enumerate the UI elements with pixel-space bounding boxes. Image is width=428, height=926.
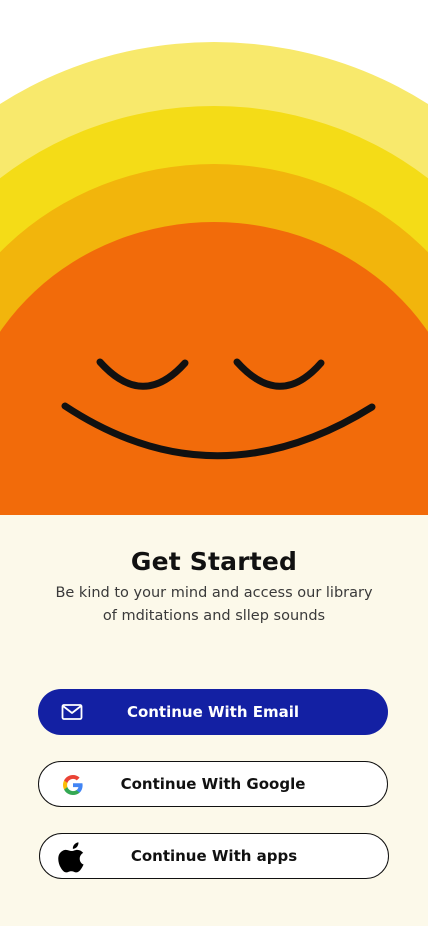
onboarding-screen: Get Started Be kind to your mind and acc… [0, 0, 428, 926]
mail-icon [60, 700, 84, 724]
page-subtitle: Be kind to your mind and access our libr… [40, 582, 388, 628]
sun-illustration [0, 0, 428, 515]
apple-icon [58, 840, 88, 874]
get-started-panel: Get Started Be kind to your mind and acc… [0, 515, 428, 926]
google-icon [61, 773, 85, 797]
page-title: Get Started [130, 547, 298, 576]
continue-with-email-button[interactable]: Continue With Email [38, 689, 388, 735]
continue-with-apple-button[interactable]: Continue With apps [39, 833, 389, 879]
email-button-label: Continue With Email [126, 703, 300, 721]
apple-button-label: Continue With apps [130, 847, 298, 865]
subtitle-line-1: Be kind to your mind and access our libr… [55, 585, 373, 601]
google-button-label: Continue With Google [120, 775, 306, 793]
subtitle-line-2: of mditations and sllep sounds [102, 608, 326, 624]
continue-with-google-button[interactable]: Continue With Google [38, 761, 388, 807]
